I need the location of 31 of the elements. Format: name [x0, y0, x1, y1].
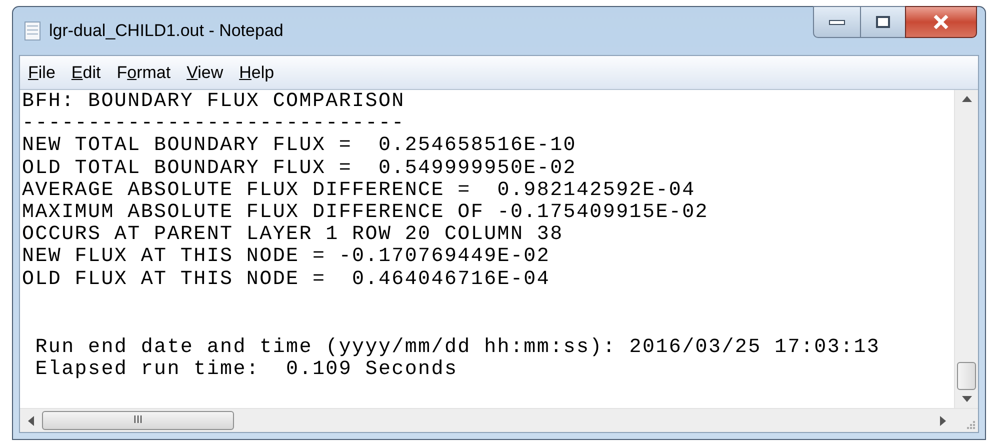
close-icon — [933, 15, 949, 29]
vertical-scrollbar[interactable] — [954, 90, 978, 408]
scroll-down-icon[interactable] — [962, 396, 972, 402]
resize-grip-icon[interactable] — [965, 419, 975, 429]
horizontal-scrollbar[interactable]: III — [20, 409, 954, 432]
text-line: OLD FLUX AT THIS NODE = 0.464046716E-04 — [22, 268, 550, 291]
text-line: BFH: BOUNDARY FLUX COMPARISON — [22, 91, 405, 114]
text-line: OLD TOTAL BOUNDARY FLUX = 0.549999950E-02 — [22, 158, 576, 180]
window-title: lgr-dual_CHILD1.out - Notepad — [49, 20, 284, 42]
maximize-button[interactable] — [861, 6, 905, 38]
text-line: AVERAGE ABSOLUTE FLUX DIFFERENCE = 0.982142592E-04 — [22, 180, 696, 202]
menu-item[interactable]: File — [28, 60, 56, 86]
scroll-left-icon[interactable] — [28, 416, 34, 426]
menu-item[interactable]: Help — [239, 60, 274, 86]
text-line: OCCURS AT PARENT LAYER 1 ROW 20 COLUMN 38 — [22, 224, 564, 246]
text-line: NEW TOTAL BOUNDARY FLUX = 0.254658516E-10 — [22, 135, 576, 158]
text-line: Run end date and time (yyyy/mm/dd hh:mm:ss): 2016/03/25 17:03:13 — [34, 336, 880, 360]
menu-item[interactable]: View — [186, 60, 224, 86]
scroll-up-icon[interactable] — [962, 96, 972, 102]
menu-item[interactable]: Edit — [71, 60, 101, 86]
text-line: Elapsed run time: 0.109 Seconds — [34, 359, 458, 382]
text-line: MAXIMUM ABSOLUTE FLUX DIFFERENCE OF -0.175409915E-02 — [22, 202, 709, 224]
notepad-icon — [23, 20, 43, 42]
text-line: ----------------------------- — [22, 113, 405, 136]
scroll-right-icon[interactable] — [940, 416, 946, 426]
scroll-thumb[interactable]: III — [42, 411, 234, 430]
minimize-button[interactable] — [813, 6, 861, 38]
text-line: NEW FLUX AT THIS NODE = -0.170769449E-02 — [22, 246, 550, 269]
close-button[interactable] — [905, 6, 977, 38]
scroll-thumb[interactable] — [957, 362, 976, 390]
menu-item[interactable]: Format — [116, 60, 171, 86]
